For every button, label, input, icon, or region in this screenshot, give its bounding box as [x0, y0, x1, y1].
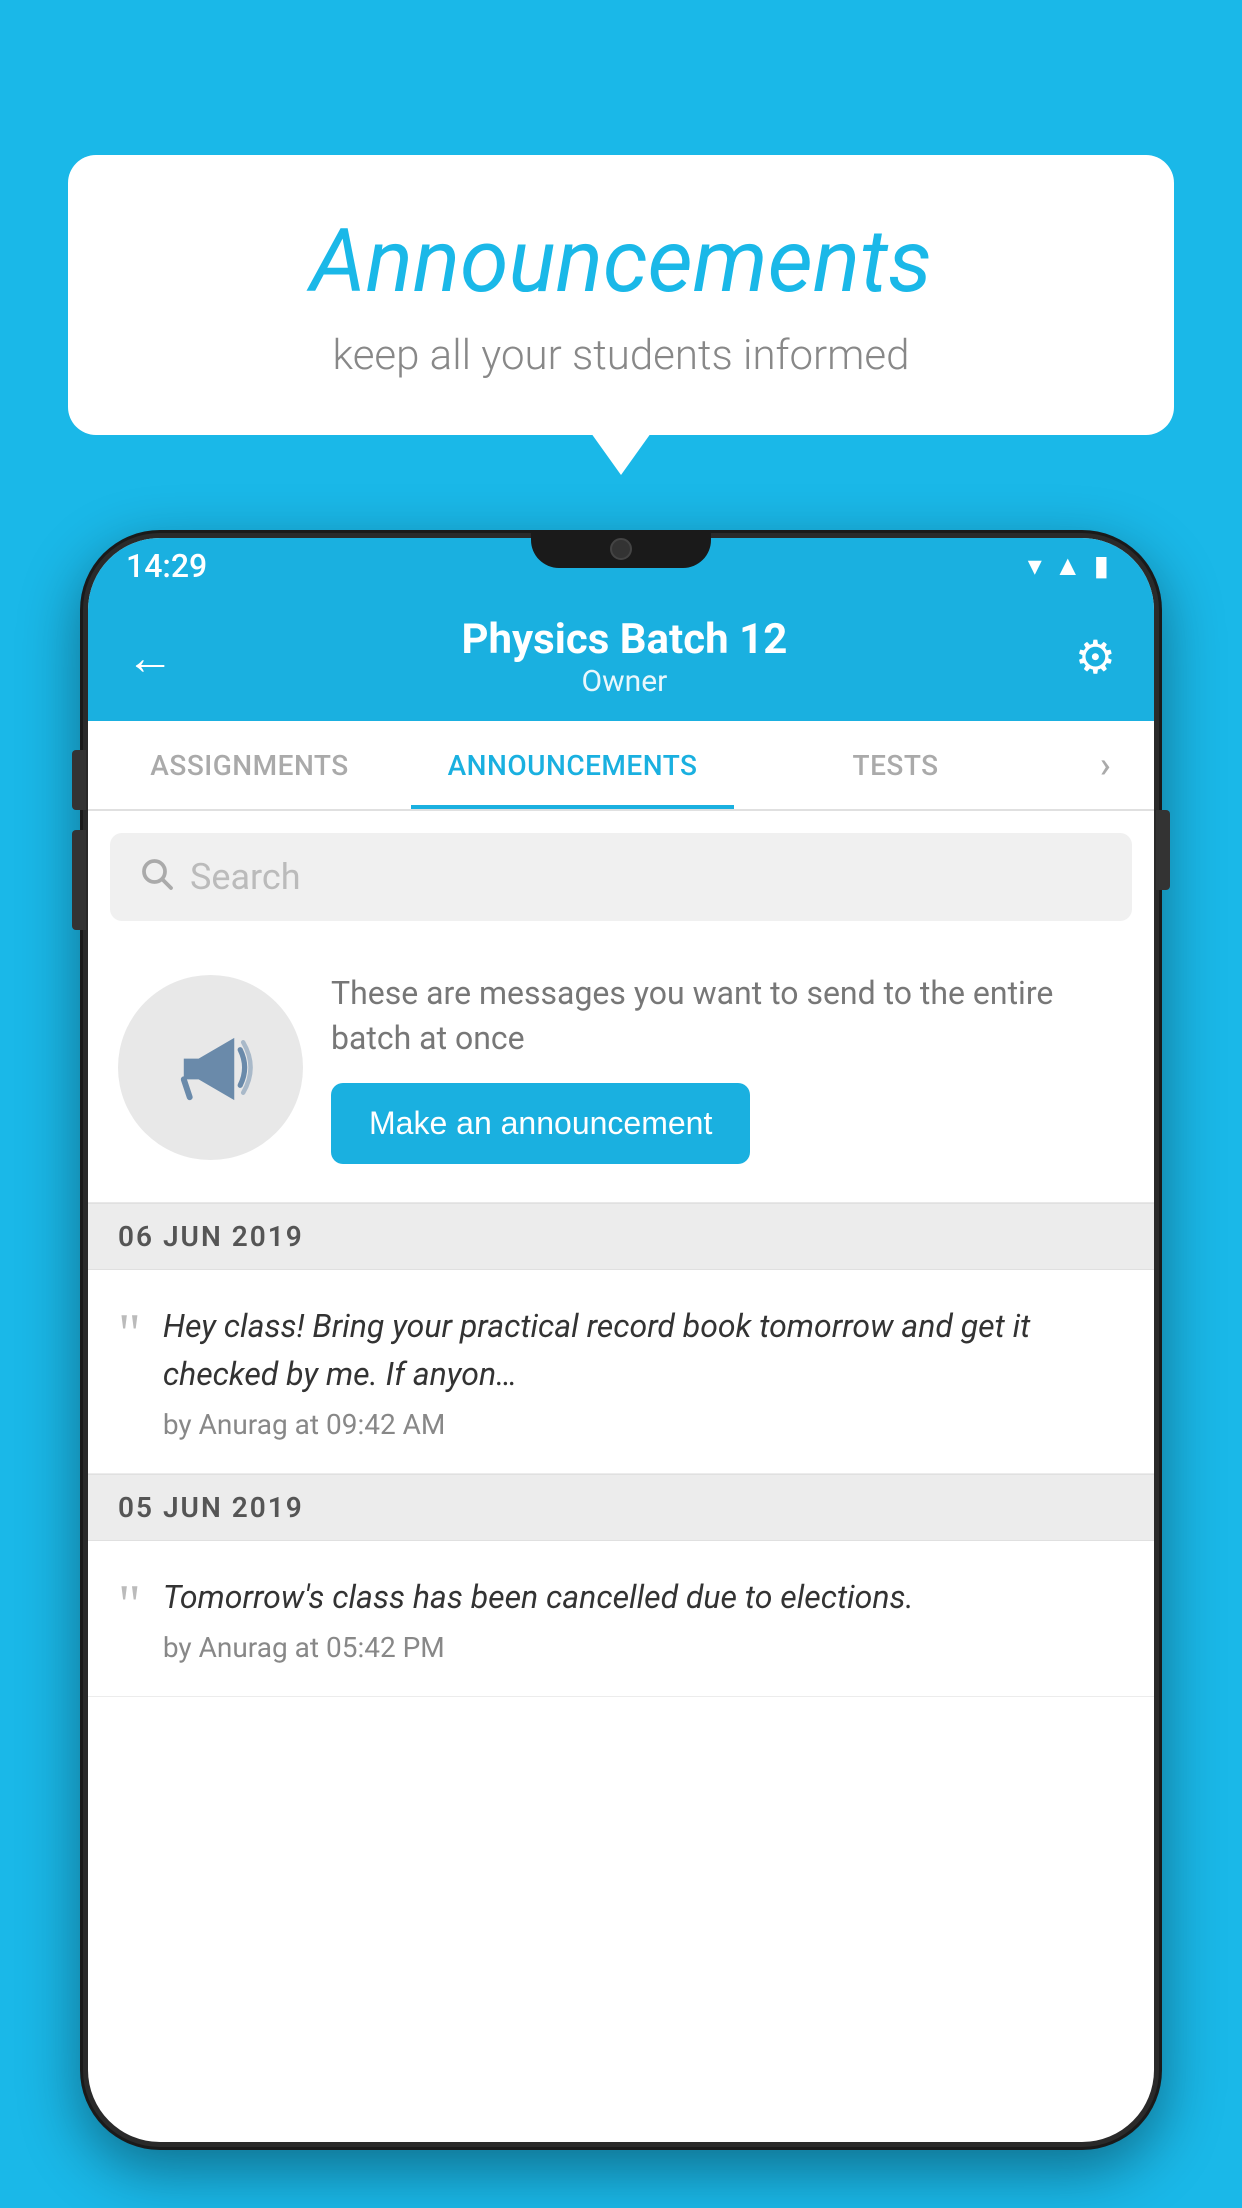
wifi-icon: ▾ [1028, 549, 1042, 582]
announcement-meta-1: by Anurag at 09:42 AM [163, 1408, 1124, 1441]
app-header: ← Physics Batch 12 Owner ⚙ [88, 593, 1154, 721]
bubble-title: Announcements [128, 210, 1114, 313]
header-title: Physics Batch 12 [461, 615, 787, 664]
phone-frame: 14:29 ▾ ▲ ▮ ← Physics Batch 12 Owner ⚙ [80, 530, 1162, 2150]
header-center: Physics Batch 12 Owner [461, 615, 787, 699]
announcement-content-1: Hey class! Bring your practical record b… [163, 1302, 1124, 1441]
promo-description: These are messages you want to send to t… [331, 971, 1124, 1061]
make-announcement-button[interactable]: Make an announcement [331, 1083, 750, 1164]
speech-bubble: Announcements keep all your students inf… [68, 155, 1174, 435]
search-placeholder: Search [190, 856, 301, 898]
tab-more[interactable]: › [1057, 721, 1154, 809]
promo-icon-circle [118, 975, 303, 1160]
megaphone-icon [163, 1020, 258, 1115]
announcement-content-2: Tomorrow's class has been cancelled due … [163, 1573, 1124, 1664]
bubble-subtitle: keep all your students informed [128, 331, 1114, 380]
settings-icon[interactable]: ⚙ [1075, 630, 1116, 685]
volume-down-button[interactable] [72, 830, 86, 930]
promo-card: These are messages you want to send to t… [88, 943, 1154, 1203]
phone-container: 14:29 ▾ ▲ ▮ ← Physics Batch 12 Owner ⚙ [80, 530, 1162, 2208]
announcement-text-1: Hey class! Bring your practical record b… [163, 1302, 1124, 1398]
announcement-text-2: Tomorrow's class has been cancelled due … [163, 1573, 1124, 1621]
search-icon [138, 854, 174, 901]
speech-bubble-section: Announcements keep all your students inf… [68, 155, 1174, 435]
phone-screen: 14:29 ▾ ▲ ▮ ← Physics Batch 12 Owner ⚙ [88, 538, 1154, 2142]
status-icons: ▾ ▲ ▮ [1028, 549, 1109, 582]
promo-content: These are messages you want to send to t… [331, 971, 1124, 1164]
quote-icon-1: " [118, 1306, 141, 1362]
front-camera [610, 538, 632, 560]
status-time: 14:29 [126, 547, 207, 585]
tab-bar: ASSIGNMENTS ANNOUNCEMENTS TESTS › [88, 721, 1154, 811]
date-header-2: 05 JUN 2019 [88, 1474, 1154, 1541]
search-bar[interactable]: Search [110, 833, 1132, 921]
phone-notch [531, 530, 711, 568]
announcement-item-1[interactable]: " Hey class! Bring your practical record… [88, 1270, 1154, 1474]
power-button[interactable] [1156, 810, 1170, 890]
quote-icon-2: " [118, 1577, 141, 1633]
back-button[interactable]: ← [126, 629, 174, 686]
announcement-meta-2: by Anurag at 05:42 PM [163, 1631, 1124, 1664]
tab-tests[interactable]: TESTS [734, 721, 1057, 809]
header-subtitle: Owner [461, 664, 787, 699]
tab-announcements[interactable]: ANNOUNCEMENTS [411, 721, 734, 809]
volume-up-button[interactable] [72, 750, 86, 810]
date-header-1: 06 JUN 2019 [88, 1203, 1154, 1270]
announcement-item-2[interactable]: " Tomorrow's class has been cancelled du… [88, 1541, 1154, 1697]
signal-icon: ▲ [1054, 549, 1082, 582]
battery-icon: ▮ [1094, 549, 1109, 582]
tab-assignments[interactable]: ASSIGNMENTS [88, 721, 411, 809]
